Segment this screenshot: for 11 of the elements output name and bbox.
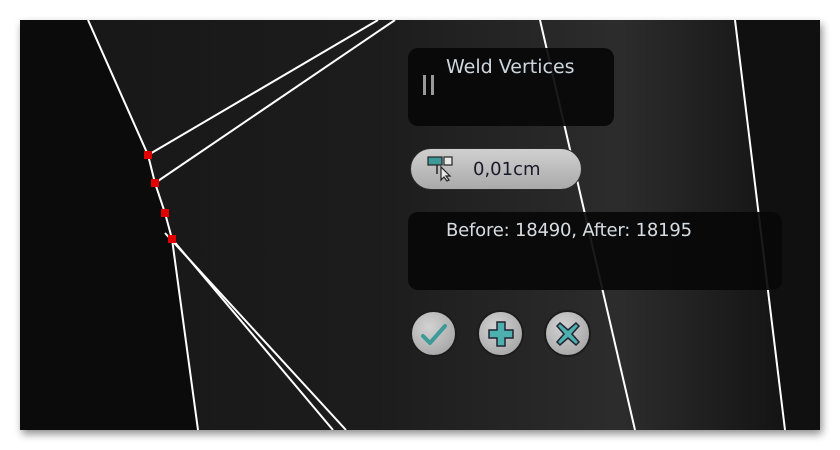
- checkmark-icon: [420, 322, 446, 344]
- close-icon: [554, 320, 580, 346]
- cancel-button[interactable]: [544, 310, 591, 357]
- viewport[interactable]: Weld Vertices 0,01cm Before: 18490, After: 18195: [20, 20, 820, 430]
- weld-threshold-icon: [427, 156, 455, 182]
- caddy-title: Weld Vertices: [446, 56, 575, 79]
- threshold-spinner[interactable]: 0,01cm: [410, 148, 582, 190]
- apply-button[interactable]: [477, 310, 524, 357]
- drag-handle-icon[interactable]: [422, 75, 436, 95]
- vertex-count-text: Before: 18490, After: 18195: [446, 220, 692, 241]
- plus-icon: [486, 320, 514, 348]
